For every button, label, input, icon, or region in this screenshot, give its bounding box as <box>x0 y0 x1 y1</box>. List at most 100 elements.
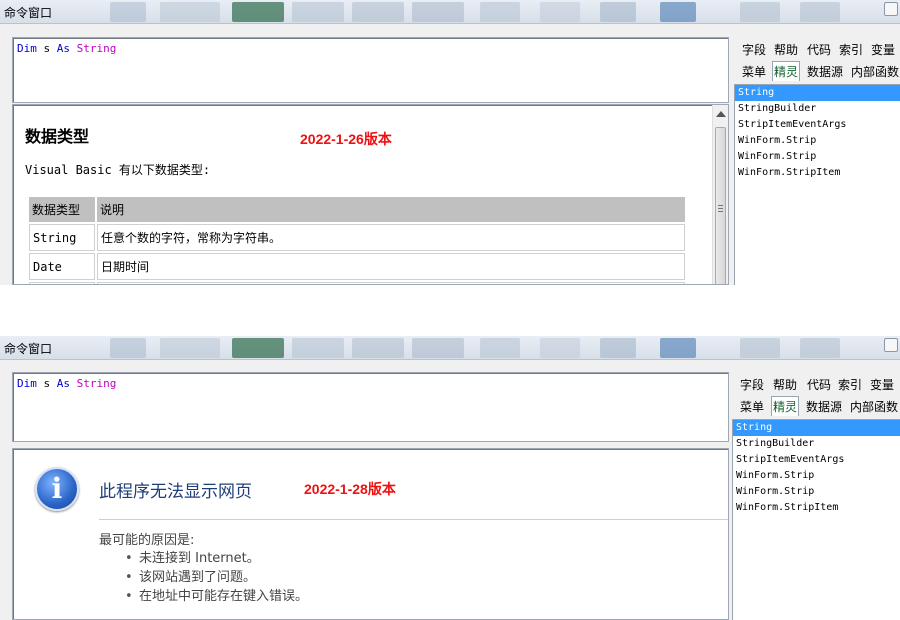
tab-menu[interactable]: 菜单 <box>741 61 767 82</box>
table-cell: Date <box>29 253 95 280</box>
page-title: 数据类型 <box>25 127 90 146</box>
toolbar-button[interactable] <box>540 338 580 358</box>
tab-fields[interactable]: 字段 <box>741 39 767 60</box>
tab-datasource[interactable]: 数据源 <box>806 61 844 82</box>
table-row <box>29 282 685 284</box>
tab-variables[interactable]: 变量 <box>870 39 896 60</box>
close-button[interactable] <box>884 2 898 16</box>
reason-heading: 最可能的原因是: <box>99 533 195 548</box>
toolbar-button[interactable] <box>800 2 840 22</box>
window-title: 命令窗口 <box>4 342 53 356</box>
toolbar-button[interactable] <box>412 338 464 358</box>
toolbar-button[interactable] <box>232 2 284 22</box>
tab-datasource[interactable]: 数据源 <box>805 396 843 417</box>
tab-help[interactable]: 帮助 <box>772 374 798 395</box>
command-window-top: 命令窗口 Dim s As String 字段 帮助 代码 索引 变量 菜单 精… <box>0 0 900 285</box>
toolbar-button[interactable] <box>412 2 464 22</box>
table-cell <box>29 282 95 284</box>
tab-menu[interactable]: 菜单 <box>739 396 765 417</box>
toolbar-button[interactable] <box>232 338 284 358</box>
list-item[interactable]: WinForm.StripItem <box>735 165 900 181</box>
list-item[interactable]: WinForm.Strip <box>733 484 900 500</box>
tab-wizard[interactable]: 精灵 <box>771 396 800 416</box>
tab-code[interactable]: 代码 <box>806 374 832 395</box>
tab-index[interactable]: 索引 <box>837 374 863 395</box>
code-keyword: Dim <box>17 377 37 390</box>
table-cell: 任意个数的字符，常称为字符串。 <box>97 224 685 251</box>
tab-variables[interactable]: 变量 <box>869 374 895 395</box>
toolbar-button[interactable] <box>160 338 220 358</box>
tab-code[interactable]: 代码 <box>806 39 832 60</box>
title-bar: 命令窗口 <box>0 336 900 360</box>
version-label: 2022-1-26版本 <box>300 131 392 147</box>
toolbar-button[interactable] <box>352 338 404 358</box>
version-label: 2022-1-28版本 <box>304 481 396 497</box>
list-item[interactable]: WinForm.Strip <box>735 149 900 165</box>
code-editor[interactable]: Dim s As String <box>12 372 729 442</box>
list-item[interactable]: StringBuilder <box>735 101 900 117</box>
tab-fields[interactable]: 字段 <box>739 374 765 395</box>
toolbar-button[interactable] <box>600 2 636 22</box>
code-as: As <box>56 42 70 55</box>
toolbar-button[interactable] <box>292 2 344 22</box>
error-title: 此程序无法显示网页 <box>99 482 252 502</box>
toolbar-button[interactable] <box>740 338 780 358</box>
toolbar-button[interactable] <box>110 338 146 358</box>
table-row: String 任意个数的字符，常称为字符串。 <box>29 224 685 251</box>
close-button[interactable] <box>884 338 898 352</box>
scroll-thumb[interactable] <box>715 127 726 284</box>
list-item[interactable]: StripItemEventArgs <box>733 452 900 468</box>
code-identifier: s <box>43 377 51 390</box>
list-item[interactable]: WinForm.Strip <box>735 133 900 149</box>
tab-help[interactable]: 帮助 <box>773 39 799 60</box>
toolbar-button[interactable] <box>800 338 840 358</box>
toolbar-button[interactable] <box>660 2 696 22</box>
code-type: String <box>76 42 117 55</box>
toolbar-button[interactable] <box>480 2 520 22</box>
code-as: As <box>56 377 70 390</box>
table-header: 数据类型 <box>29 197 95 222</box>
tab-builtin-functions[interactable]: 内部函数 <box>850 61 900 82</box>
list-item[interactable]: WinForm.Strip <box>733 468 900 484</box>
toolbar-button[interactable] <box>660 338 696 358</box>
tab-index[interactable]: 索引 <box>838 39 864 60</box>
suggestion-list[interactable]: String StringBuilder StripItemEventArgs … <box>732 419 900 620</box>
table-header: 说明 <box>97 197 685 222</box>
tab-builtin-functions[interactable]: 内部函数 <box>849 396 899 417</box>
suggestion-list[interactable]: String StringBuilder StripItemEventArgs … <box>734 84 900 285</box>
table-cell: 日期时间 <box>97 253 685 280</box>
tab-row-1: 字段 帮助 代码 索引 变量 <box>732 374 898 396</box>
grip-line <box>718 208 723 209</box>
toolbar-button[interactable] <box>110 2 146 22</box>
code-keyword: Dim <box>17 42 37 55</box>
list-item[interactable]: StringBuilder <box>733 436 900 452</box>
command-window-bottom: 命令窗口 Dim s As String 字段 帮助 代码 索引 变量 菜单 精… <box>0 336 900 620</box>
toolbar-button[interactable] <box>740 2 780 22</box>
code-identifier: s <box>43 42 51 55</box>
toolbar-button[interactable] <box>600 338 636 358</box>
table-row: Date 日期时间 <box>29 253 685 280</box>
toolbar-button[interactable] <box>480 338 520 358</box>
vertical-scrollbar[interactable] <box>712 105 728 284</box>
list-item: 在地址中可能存在键入错误。 <box>125 587 308 606</box>
table-cell <box>97 282 685 284</box>
tab-row-2: 菜单 精灵 数据源 内部函数 <box>732 396 898 418</box>
toolbar-button[interactable] <box>160 2 220 22</box>
grip-line <box>718 205 723 206</box>
list-item[interactable]: String <box>735 85 900 101</box>
tab-row-2: 菜单 精灵 数据源 内部函数 <box>734 61 900 83</box>
list-item: 未连接到 Internet。 <box>125 549 308 568</box>
code-editor[interactable]: Dim s As String <box>12 37 729 103</box>
toolbar-button[interactable] <box>540 2 580 22</box>
list-item[interactable]: StripItemEventArgs <box>735 117 900 133</box>
info-icon: i <box>35 467 79 511</box>
scroll-up-arrow-icon[interactable] <box>716 111 726 117</box>
table-header-row: 数据类型 说明 <box>29 197 685 222</box>
toolbar-button[interactable] <box>292 338 344 358</box>
window-title: 命令窗口 <box>4 6 53 20</box>
tab-wizard[interactable]: 精灵 <box>772 61 801 81</box>
divider <box>99 519 728 520</box>
list-item[interactable]: WinForm.StripItem <box>733 500 900 516</box>
list-item[interactable]: String <box>733 420 900 436</box>
toolbar-button[interactable] <box>352 2 404 22</box>
